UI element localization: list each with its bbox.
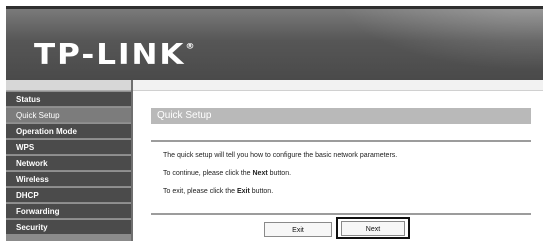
- exit-suffix: button.: [249, 188, 274, 195]
- sidebar-top-spacer: [6, 80, 131, 91]
- next-button[interactable]: Next: [341, 221, 405, 236]
- registered-mark: ®: [185, 42, 195, 52]
- sidebar-item-quick-setup[interactable]: Quick Setup: [6, 107, 131, 122]
- sidebar-item-status[interactable]: Status: [6, 91, 131, 106]
- sidebar-item-operation-mode[interactable]: Operation Mode: [6, 123, 131, 138]
- main-content: Quick Setup The quick setup will tell yo…: [133, 80, 543, 241]
- sidebar-item-security[interactable]: Security: [6, 219, 131, 234]
- sidebar-item-wps[interactable]: WPS: [6, 139, 131, 154]
- continue-suffix: button.: [267, 170, 292, 177]
- exit-instruction: To exit, please click the Exit button.: [163, 188, 273, 195]
- exit-prefix: To exit, please click the: [163, 188, 237, 195]
- content-top-strip: [133, 80, 543, 91]
- page-title: Quick Setup: [151, 108, 531, 124]
- intro-text: The quick setup will tell you how to con…: [163, 152, 398, 159]
- continue-prefix: To continue, please click the: [163, 170, 253, 177]
- continue-instruction: To continue, please click the Next butto…: [163, 170, 291, 177]
- logo-text: TP-LINK: [34, 38, 186, 72]
- exit-keyword: Exit: [236, 188, 250, 195]
- exit-button[interactable]: Exit: [264, 222, 332, 237]
- tp-link-logo: TP-LINK®: [34, 38, 194, 71]
- sidebar-menu: Status Quick Setup Operation Mode WPS Ne…: [6, 80, 133, 241]
- header-banner: TP-LINK®: [6, 6, 543, 83]
- sidebar-item-forwarding[interactable]: Forwarding: [6, 203, 131, 218]
- sidebar-item-network[interactable]: Network: [6, 155, 131, 170]
- header-decoration: [303, 9, 543, 83]
- divider-top: [151, 140, 531, 142]
- divider-bottom: [151, 213, 531, 215]
- continue-keyword: Next: [252, 170, 268, 177]
- sidebar-item-wireless[interactable]: Wireless: [6, 171, 131, 186]
- sidebar-item-dhcp[interactable]: DHCP: [6, 187, 131, 202]
- router-admin-window: TP-LINK® Status Quick Setup Operation Mo…: [0, 0, 543, 241]
